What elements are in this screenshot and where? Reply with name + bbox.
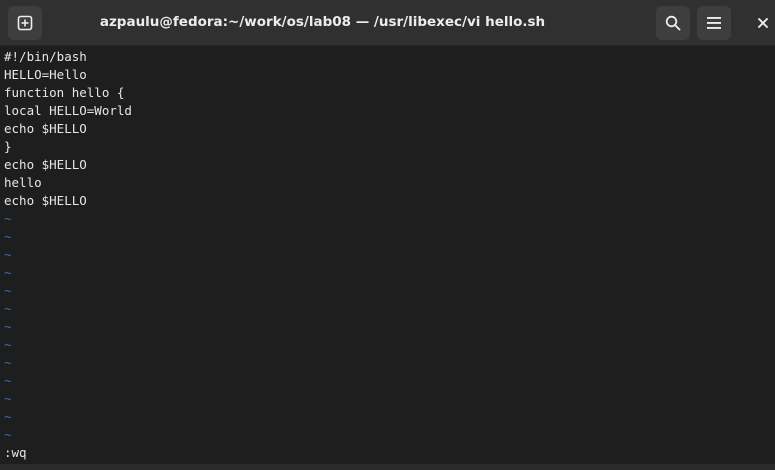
new-tab-button[interactable]: [8, 6, 42, 40]
empty-line-marker: ~: [4, 427, 12, 442]
close-button[interactable]: [746, 6, 775, 40]
code-line: echo $HELLO: [4, 157, 87, 172]
empty-line-marker: ~: [4, 247, 12, 262]
empty-line-marker: ~: [4, 391, 12, 406]
terminal-window: azpaulu@fedora:~/work/os/lab08 — /usr/li…: [0, 0, 775, 470]
code-line: function hello {: [4, 85, 125, 100]
menu-button[interactable]: [697, 6, 731, 40]
empty-line-marker: ~: [4, 265, 12, 280]
code-line: local HELLO=World: [4, 103, 132, 118]
command-line[interactable]: :wq: [4, 444, 27, 462]
empty-line-marker: ~: [4, 373, 12, 388]
window-bottom-edge: [0, 464, 775, 470]
empty-line-marker: ~: [4, 283, 12, 298]
search-button[interactable]: [656, 6, 690, 40]
code-line: hello: [4, 175, 42, 190]
code-line: }: [4, 139, 12, 154]
empty-line-marker: ~: [4, 211, 12, 226]
code-line: echo $HELLO: [4, 193, 87, 208]
empty-line-marker: ~: [4, 355, 12, 370]
code-line: HELLO=Hello: [4, 67, 87, 82]
title-bar: azpaulu@fedora:~/work/os/lab08 — /usr/li…: [0, 0, 775, 46]
window-title: azpaulu@fedora:~/work/os/lab08 — /usr/li…: [99, 14, 546, 30]
empty-line-marker: ~: [4, 301, 12, 316]
code-line: echo $HELLO: [4, 121, 87, 136]
empty-line-marker: ~: [4, 229, 12, 244]
code-line: #!/bin/bash: [4, 49, 87, 64]
empty-line-marker: ~: [4, 409, 12, 424]
empty-line-marker: ~: [4, 337, 12, 352]
empty-line-marker: ~: [4, 319, 12, 334]
terminal-area[interactable]: #!/bin/bash HELLO=Hello function hello {…: [0, 46, 775, 464]
